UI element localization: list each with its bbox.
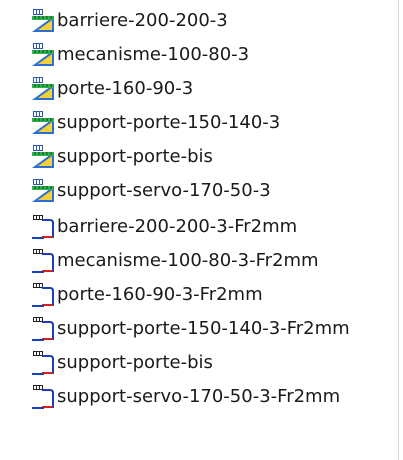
file-name-label: support-servo-170-50-3 [57,180,271,201]
file-list-item[interactable]: barriere-200-200-3-Fr2mm [0,210,398,244]
file-name-label: porte-160-90-3-Fr2mm [57,284,263,305]
drawing-file-icon [32,215,54,239]
part-file-icon [32,77,54,100]
file-name-label: support-porte-150-140-3-Fr2mm [57,318,350,339]
drawing-file-icon [32,283,54,307]
file-list-panel: barriere-200-200-3 mecanisme-100-80-3 po… [0,0,403,460]
part-file-icon [32,179,54,202]
file-list-item[interactable]: barriere-200-200-3 [0,4,398,38]
file-name-label: support-porte-bis [57,352,213,373]
file-name-label: porte-160-90-3 [57,78,194,99]
file-name-label: support-porte-150-140-3 [57,112,281,133]
panel-border [398,0,399,460]
file-list-item[interactable]: porte-160-90-3-Fr2mm [0,278,398,312]
file-name-label: support-porte-bis [57,146,213,167]
file-list-item[interactable]: support-porte-bis [0,346,398,380]
file-name-label: mecanisme-100-80-3 [57,44,250,65]
file-list-item[interactable]: porte-160-90-3 [0,72,398,106]
file-list-item[interactable]: support-servo-170-50-3 [0,174,398,208]
file-name-label: support-servo-170-50-3-Fr2mm [57,386,341,407]
file-list-item[interactable]: support-porte-150-140-3 [0,106,398,140]
file-name-label: barriere-200-200-3 [57,10,228,31]
file-list-item[interactable]: support-porte-bis [0,140,398,174]
drawing-file-icon [32,249,54,273]
part-file-icon [32,111,54,134]
drawing-file-icon [32,351,54,375]
file-list-item[interactable]: support-servo-170-50-3-Fr2mm [0,380,398,414]
file-name-label: barriere-200-200-3-Fr2mm [57,216,298,237]
file-list-item[interactable]: mecanisme-100-80-3 [0,38,398,72]
file-name-label: mecanisme-100-80-3-Fr2mm [57,250,319,271]
drawing-file-icon [32,317,54,341]
part-file-icon [32,9,54,32]
part-file-icon [32,43,54,66]
file-list-item[interactable]: mecanisme-100-80-3-Fr2mm [0,244,398,278]
file-list-item[interactable]: support-porte-150-140-3-Fr2mm [0,312,398,346]
drawing-file-icon [32,385,54,409]
part-file-icon [32,145,54,168]
